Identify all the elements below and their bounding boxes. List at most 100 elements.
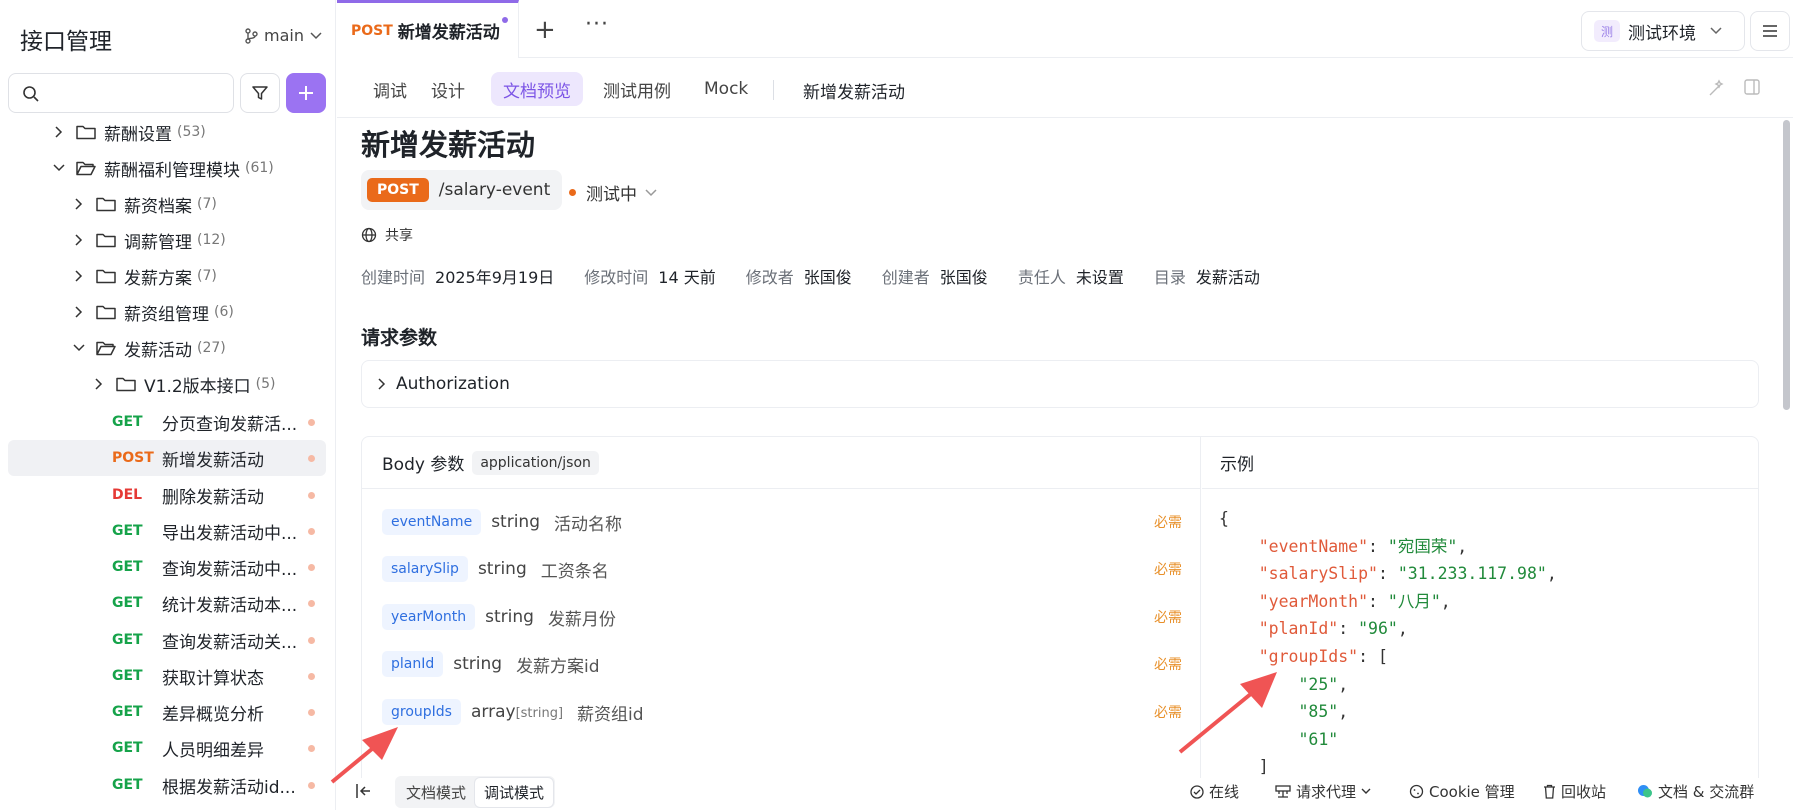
body-params-header: Body 参数 application/json (362, 437, 1201, 489)
folder-icon (96, 304, 116, 320)
search-icon (23, 86, 39, 102)
new-tab-button[interactable]: + (534, 15, 556, 45)
param-type: string (477, 559, 527, 579)
tab-mock[interactable]: Mock (692, 72, 760, 106)
required-badge: 必需 (1154, 515, 1182, 531)
debug-mode-button[interactable]: 调试模式 (475, 777, 554, 807)
tree-folder-pay-group[interactable]: 薪资组管理 (6) (0, 294, 336, 330)
recycle-bin[interactable]: 回收站 (1543, 781, 1606, 802)
menu-button[interactable] (1750, 11, 1790, 51)
search-input[interactable] (8, 73, 234, 113)
body-params-panel: Body 参数 application/json eventName strin… (361, 436, 1759, 778)
param-type: string (485, 607, 534, 627)
trash-icon (1544, 784, 1555, 799)
tree-folder-adjust[interactable]: 调薪管理 (12) (0, 222, 336, 258)
api-item-active[interactable]: POST 新增发薪活动 (8, 440, 326, 476)
chevron-right-icon (92, 377, 106, 391)
docs-label: 文档 & 交流群 (1658, 783, 1755, 801)
magic-wand-icon[interactable] (1707, 78, 1727, 98)
environment-selector[interactable]: 测 测试环境 (1581, 11, 1745, 51)
globe-icon (361, 227, 377, 243)
code-line: { (1219, 509, 1229, 528)
api-item[interactable]: GET 获取计算状态 (8, 658, 326, 694)
required-badge: 必需 (1154, 657, 1182, 673)
tree-folder-salary-settings[interactable]: 薪酬设置 (53) (0, 114, 336, 150)
endpoint-path[interactable]: POST /salary-event (361, 170, 563, 210)
tab-debug[interactable]: 调试 (361, 72, 419, 106)
tree-count: (7) (197, 196, 217, 212)
api-item[interactable]: GET 查询发薪活动中... (8, 549, 326, 585)
doc-content: 新增发薪活动 POST /salary-event 测试中 共享 创建时间 202… (337, 118, 1793, 778)
tab-doc-preview[interactable]: 文档预览 (491, 72, 583, 106)
method-badge: GET (112, 559, 143, 575)
api-item[interactable]: GET 导出发薪活动中... (8, 513, 326, 549)
api-item[interactable]: GET 统计发薪活动本... (8, 585, 326, 621)
tree-folder-pay-plan[interactable]: 发薪方案 (7) (0, 258, 336, 294)
param-type: array[string] (471, 702, 563, 722)
request-proxy[interactable]: 请求代理 (1275, 781, 1371, 802)
chevron-down-icon (72, 341, 86, 355)
param-name[interactable]: planId (382, 651, 444, 677)
sidebar-title: 接口管理 (20, 29, 112, 55)
status-selector[interactable]: 测试中 (569, 180, 657, 205)
api-item[interactable]: GET 分页查询发薪活... (8, 404, 326, 440)
tab-test-cases[interactable]: 测试用例 (591, 72, 683, 106)
api-label: 导出发薪活动中... (162, 523, 298, 544)
side-panel-icon[interactable] (1743, 78, 1761, 96)
branch-name: main (264, 26, 304, 45)
chevron-down-icon (1710, 27, 1722, 35)
add-button[interactable] (286, 73, 326, 113)
body-label: Body 参数 (382, 455, 465, 475)
tree-folder-welfare-module[interactable]: 薪酬福利管理模块 (61) (0, 150, 336, 186)
docs-community[interactable]: 文档 & 交流群 (1637, 781, 1754, 802)
meta-value: 发薪活动 (1195, 268, 1260, 287)
tree-folder-salary-archive[interactable]: 薪资档案 (7) (0, 186, 336, 222)
tree-folder-v12[interactable]: V1.2版本接口 (5) (0, 366, 336, 402)
code-line: "eventName": "宛国荣", (1258, 536, 1468, 556)
chevron-right-icon (72, 233, 86, 247)
method-badge: GET (112, 704, 143, 720)
required-badge: 必需 (1154, 705, 1182, 721)
content-type-badge: application/json (472, 450, 599, 475)
method-badge: GET (112, 740, 143, 756)
status-dot (308, 455, 315, 462)
status-dot (308, 709, 315, 716)
env-badge: 测 (1594, 20, 1620, 42)
share-toggle[interactable]: 共享 (361, 225, 413, 245)
breadcrumb-title: 新增发薪活动 (803, 83, 905, 103)
api-item[interactable]: GET 根据发薪活动id... (8, 767, 326, 803)
scrollbar[interactable] (1783, 120, 1790, 410)
tab-new-pay-event[interactable]: POST 新增发薪活动 (337, 0, 519, 58)
branch-selector[interactable]: main (244, 26, 322, 45)
path-text: /salary-event (438, 180, 551, 200)
api-item[interactable]: DEL 删除发薪活动 (8, 477, 326, 513)
api-item[interactable]: GET 查询发薪活动关... (8, 622, 326, 658)
tab-design[interactable]: 设计 (419, 72, 477, 106)
cookie-manager[interactable]: Cookie 管理 (1409, 781, 1515, 802)
param-name[interactable]: salarySlip (382, 556, 468, 582)
recycle-label: 回收站 (1561, 783, 1607, 801)
env-label: 测试环境 (1628, 23, 1696, 44)
online-status[interactable]: 在线 (1190, 781, 1239, 802)
param-name[interactable]: yearMonth (382, 604, 476, 630)
api-label: 获取计算状态 (162, 668, 264, 689)
api-item[interactable]: GET 人员明细差异 (8, 730, 326, 766)
param-name[interactable]: eventName (382, 509, 482, 535)
authorization-label: Authorization (396, 374, 510, 394)
chevron-down-icon (645, 188, 657, 196)
tree-folder-pay-event[interactable]: 发薪活动 (27) (0, 330, 336, 366)
filter-button[interactable] (240, 73, 280, 113)
code-line: "groupIds": [ (1258, 646, 1388, 666)
more-tabs-button[interactable]: ··· (585, 12, 609, 37)
param-desc: 薪资组id (577, 704, 644, 725)
authorization-section[interactable]: Authorization (361, 360, 1759, 408)
mode-switch: 文档模式 调试模式 (395, 776, 556, 808)
param-row: planId string 发薪方案id 必需 (382, 649, 1182, 679)
api-item[interactable]: GET 差异概览分析 (8, 694, 326, 730)
doc-mode-button[interactable]: 文档模式 (397, 778, 475, 807)
folder-icon (96, 232, 116, 248)
status-dot (308, 419, 315, 426)
param-name[interactable]: groupIds (382, 699, 461, 725)
collapse-sidebar-icon[interactable] (355, 783, 373, 799)
body-params: Body 参数 application/json eventName strin… (362, 437, 1201, 778)
